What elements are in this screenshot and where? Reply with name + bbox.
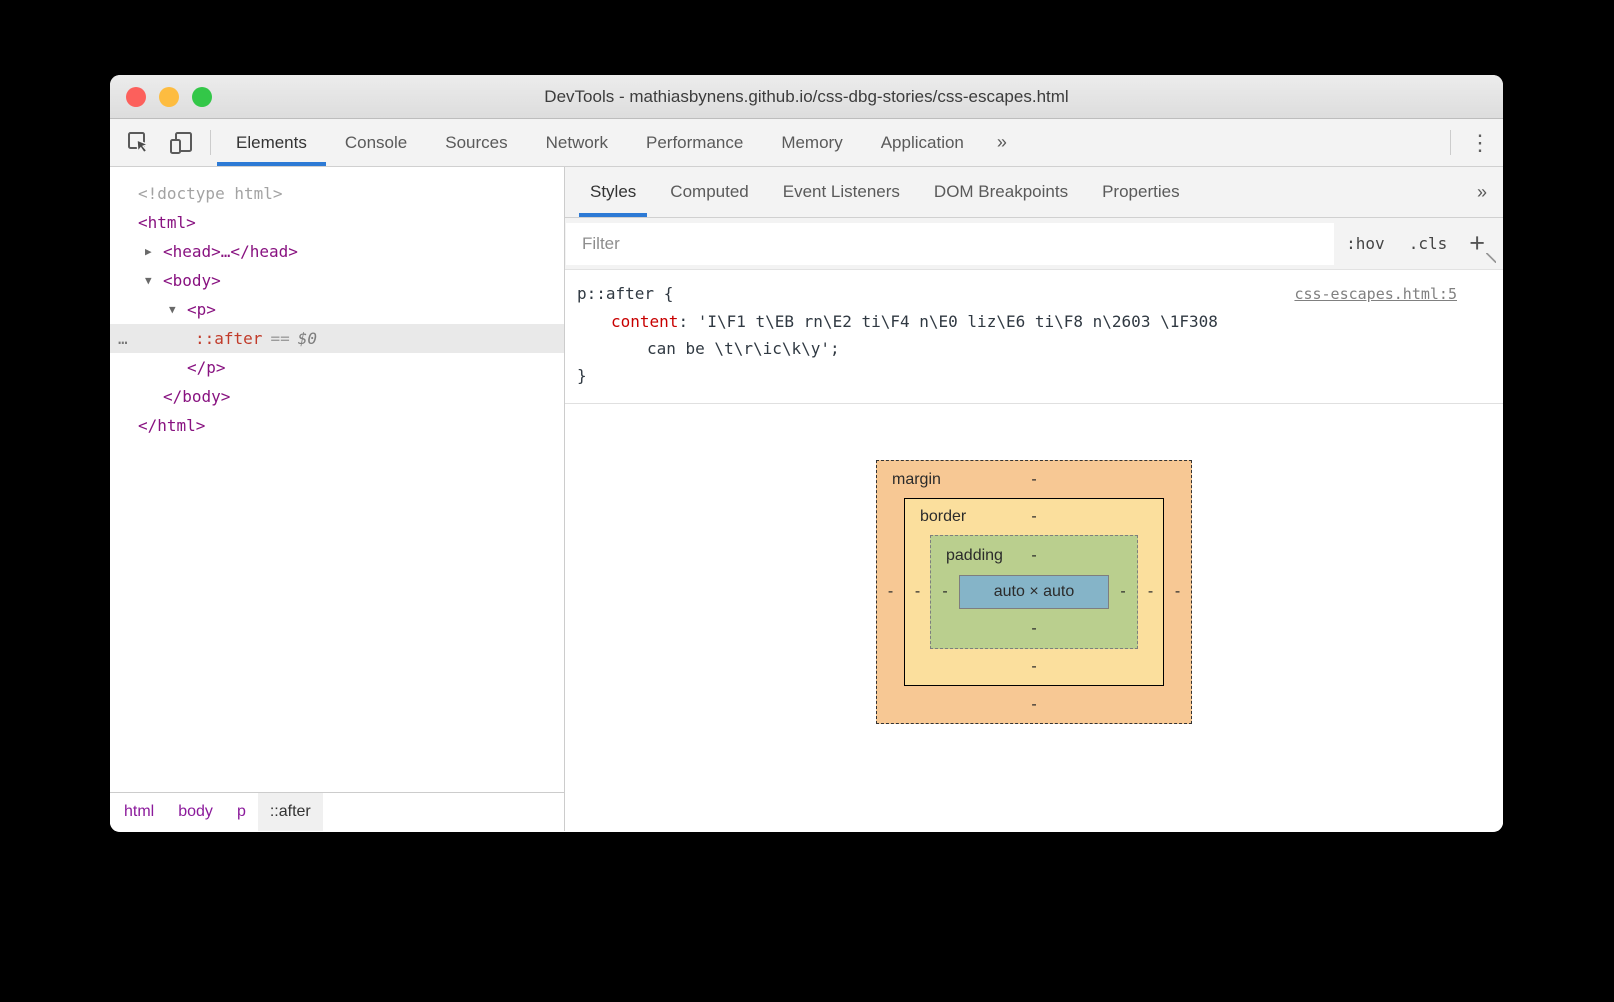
border-top-value[interactable]: -: [1031, 508, 1036, 526]
main-toolbar: Elements Console Sources Network Perform…: [110, 119, 1503, 167]
device-toolbar-icon[interactable]: [164, 126, 198, 160]
border-left-value[interactable]: -: [905, 583, 930, 601]
margin-right-value[interactable]: -: [1164, 583, 1191, 601]
tab-elements[interactable]: Elements: [217, 119, 326, 166]
padding-left-value[interactable]: -: [931, 583, 959, 601]
toolbar-divider: [210, 130, 211, 155]
margin-top-value[interactable]: -: [1031, 471, 1036, 489]
devtools-menu-icon[interactable]: ⋮: [1457, 119, 1503, 166]
padding-top-value[interactable]: -: [1031, 547, 1036, 565]
styles-filter-bar: :hov .cls +: [565, 218, 1503, 270]
element-classes-toggle[interactable]: .cls: [1397, 234, 1460, 253]
box-model-margin[interactable]: margin - - border - - padding - - auto ×…: [876, 460, 1192, 724]
breadcrumb-p[interactable]: p: [225, 793, 258, 831]
inspect-element-icon[interactable]: [122, 126, 156, 160]
tab-memory[interactable]: Memory: [762, 119, 861, 166]
border-right-value[interactable]: -: [1138, 583, 1163, 601]
tree-node-doctype[interactable]: <!doctype html>: [110, 179, 564, 208]
new-style-rule-button[interactable]: +: [1459, 230, 1503, 263]
collapse-arrow-icon[interactable]: ▼: [169, 303, 187, 316]
tree-node-p-close[interactable]: </p>: [110, 353, 564, 382]
minimize-window-button[interactable]: [159, 87, 179, 107]
breadcrumb: html body p ::after: [110, 792, 564, 831]
tree-node-body-open[interactable]: ▼ <body>: [110, 266, 564, 295]
elements-panel: <!doctype html> <html> ▶ <head>…</head> …: [110, 167, 565, 831]
tab-performance[interactable]: Performance: [627, 119, 762, 166]
styles-sidebar: Styles Computed Event Listeners DOM Brea…: [565, 167, 1503, 831]
tab-application[interactable]: Application: [862, 119, 983, 166]
tab-sources[interactable]: Sources: [426, 119, 526, 166]
tree-node-html-close[interactable]: </html>: [110, 411, 564, 440]
rule-close-brace: }: [577, 366, 587, 385]
close-window-button[interactable]: [126, 87, 146, 107]
tree-node-body-close[interactable]: </body>: [110, 382, 564, 411]
tree-node-html-open[interactable]: <html>: [110, 208, 564, 237]
border-bottom-value[interactable]: -: [1031, 658, 1036, 676]
box-model-content[interactable]: auto × auto: [959, 575, 1109, 609]
tab-event-listeners[interactable]: Event Listeners: [766, 167, 917, 217]
rule-selector[interactable]: p::after {: [577, 280, 673, 307]
tab-network[interactable]: Network: [527, 119, 627, 166]
rule-source-link[interactable]: css-escapes.html:5: [1294, 281, 1457, 308]
padding-label: padding: [946, 546, 1003, 564]
property-value[interactable]: 'I\F1 t\EB rn\E2 ti\F4 n\E0 liz\E6 ti\F8…: [698, 312, 1218, 331]
devtools-window: DevTools - mathiasbynens.github.io/css-d…: [110, 75, 1503, 832]
box-model-padding[interactable]: padding - - auto × auto - -: [930, 535, 1138, 649]
toolbar-right-divider: [1450, 130, 1451, 155]
ellipsis-gutter-icon[interactable]: …: [118, 329, 129, 348]
padding-right-value[interactable]: -: [1109, 583, 1137, 601]
more-tabs-icon[interactable]: »: [983, 119, 1021, 166]
margin-left-value[interactable]: -: [877, 583, 904, 601]
tab-styles[interactable]: Styles: [573, 167, 653, 217]
window-title: DevTools - mathiasbynens.github.io/css-d…: [544, 86, 1069, 106]
tree-node-head[interactable]: ▶ <head>…</head>: [110, 237, 564, 266]
content-size-value: auto × auto: [993, 583, 1075, 600]
breadcrumb-html[interactable]: html: [112, 793, 166, 831]
long-press-grip-icon: [1486, 253, 1496, 263]
margin-label: margin: [892, 470, 941, 488]
tab-computed[interactable]: Computed: [653, 167, 765, 217]
tab-dom-breakpoints[interactable]: DOM Breakpoints: [917, 167, 1085, 217]
dom-tree: <!doctype html> <html> ▶ <head>…</head> …: [110, 167, 564, 792]
titlebar: DevTools - mathiasbynens.github.io/css-d…: [110, 75, 1503, 119]
declaration-content[interactable]: content: 'I\F1 t\EB rn\E2 ti\F4 n\E0 liz…: [577, 308, 1457, 335]
border-label: border: [920, 508, 967, 525]
breadcrumb-body[interactable]: body: [166, 793, 225, 831]
tab-console[interactable]: Console: [326, 119, 426, 166]
expand-arrow-icon[interactable]: ▶: [145, 245, 163, 258]
property-name[interactable]: content: [611, 312, 678, 331]
style-rule-section: p::after { css-escapes.html:5 content: '…: [565, 270, 1503, 404]
box-model-diagram: margin - - border - - padding - - auto ×…: [876, 460, 1192, 724]
zoom-window-button[interactable]: [192, 87, 212, 107]
declaration-content-wrap[interactable]: can be \t\r\ic\k\y';: [577, 335, 1457, 362]
margin-bottom-value[interactable]: -: [1031, 696, 1036, 714]
tree-node-p-open[interactable]: ▼ <p>: [110, 295, 564, 324]
box-model-section: margin - - border - - padding - - auto ×…: [565, 404, 1503, 831]
collapse-arrow-icon[interactable]: ▼: [145, 274, 163, 287]
breadcrumb-after[interactable]: ::after: [257, 793, 323, 831]
tree-node-after-pseudo[interactable]: … ::after == $0: [110, 324, 564, 353]
traffic-lights: [126, 87, 212, 107]
pseudo-state-toggle[interactable]: :hov: [1334, 234, 1397, 253]
box-model-border[interactable]: border - - padding - - auto × auto - - -…: [904, 498, 1164, 686]
padding-bottom-value[interactable]: -: [1031, 620, 1036, 638]
sidebar-tabs: Styles Computed Event Listeners DOM Brea…: [565, 167, 1503, 218]
more-sidebar-tabs-icon[interactable]: »: [1461, 167, 1503, 217]
tab-properties[interactable]: Properties: [1085, 167, 1196, 217]
panel-tabs: Elements Console Sources Network Perform…: [217, 119, 1021, 166]
styles-filter-input[interactable]: [566, 222, 1335, 265]
